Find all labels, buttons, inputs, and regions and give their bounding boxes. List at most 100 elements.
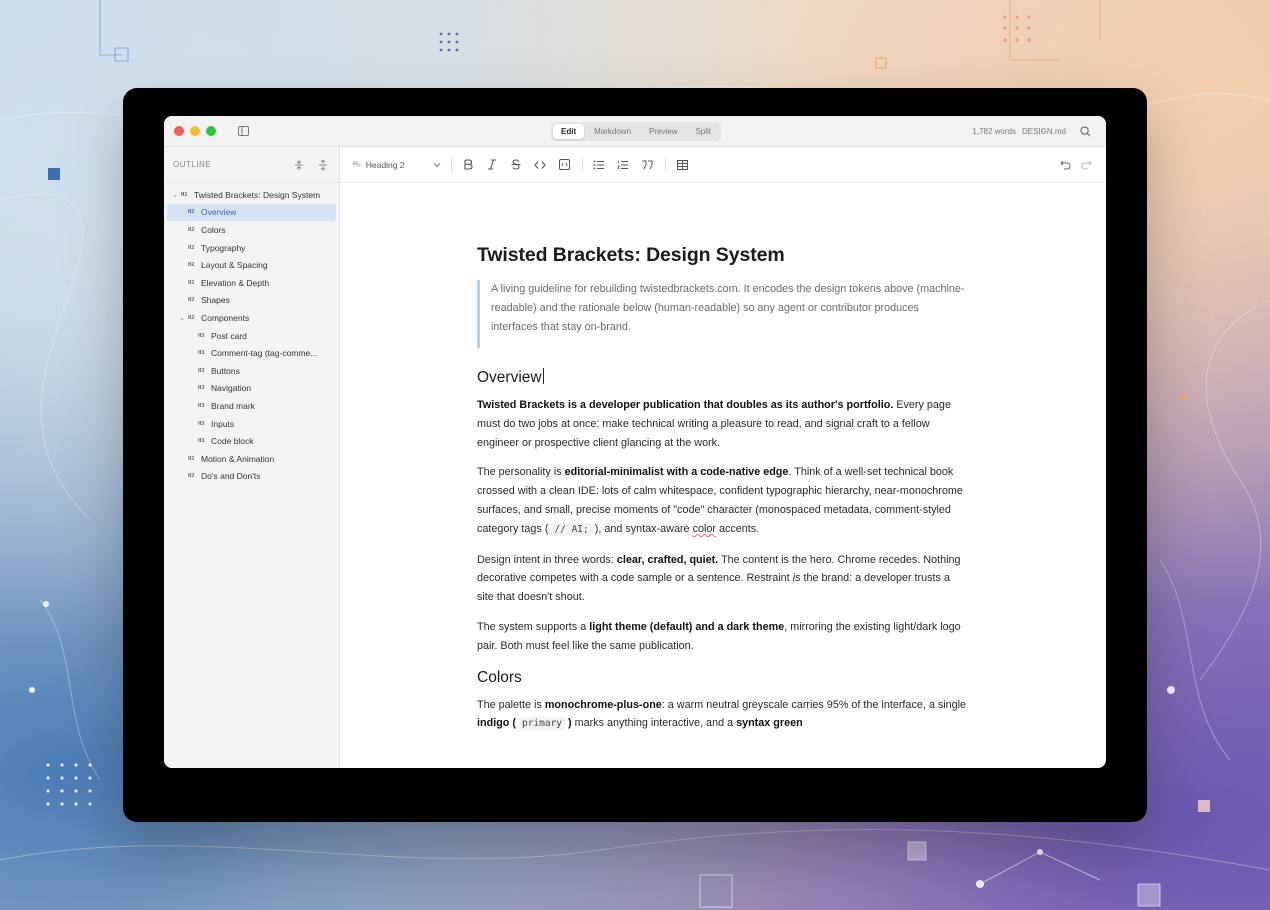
mode-edit[interactable]: Edit xyxy=(553,124,585,139)
p2-text-f: accents. xyxy=(715,522,760,535)
outline-header: OUTLINE xyxy=(164,147,339,183)
inline-code-icon[interactable] xyxy=(532,157,548,173)
title-bar-status: 1,782 words DESIGN.md xyxy=(972,116,1092,147)
p2-bold: editorial-minimalist with a code-native … xyxy=(564,466,789,479)
outline-item-label: Comment-tag (tag-comme... xyxy=(211,348,318,359)
maximize-window-button[interactable] xyxy=(206,126,216,136)
heading-level-tag: H2 xyxy=(188,297,195,304)
outline-item[interactable]: H2 Colors xyxy=(167,221,336,239)
p4-bold: light theme (default) and a dark theme xyxy=(589,620,785,633)
heading-level-tag: H3 xyxy=(198,350,205,357)
heading-level-tag: H2 xyxy=(188,262,195,269)
window-controls xyxy=(174,126,216,136)
undo-icon[interactable] xyxy=(1060,157,1071,175)
document-canvas[interactable]: Twisted Brackets: Design System A living… xyxy=(340,183,1106,768)
outline-item-label: Components xyxy=(201,312,250,323)
paragraph-3: Design intent in three words: clear, cra… xyxy=(477,551,967,607)
mode-markdown[interactable]: Markdown xyxy=(586,124,639,139)
outline-item[interactable]: H2 Layout & Spacing xyxy=(167,256,336,274)
heading-colors: Colors xyxy=(477,668,522,686)
outline-item[interactable]: H2 Motion & Animation xyxy=(167,450,336,468)
heading-level-tag: H2 xyxy=(188,244,195,251)
heading-level-tag: H2 xyxy=(188,209,195,216)
outline-item[interactable]: H3 Comment-tag (tag-comme... xyxy=(167,344,336,362)
paragraph-1: Twisted Brackets is a developer publicat… xyxy=(477,396,967,452)
table-icon[interactable] xyxy=(674,157,690,173)
toolbar-divider xyxy=(665,157,666,172)
outline-item[interactable]: H2 Shapes xyxy=(167,292,336,310)
editor-pane: H₂ Heading 2 Twisted Brackets: Design Sy… xyxy=(340,147,1106,768)
p5-bold-a: monochrome-plus-one xyxy=(544,698,662,711)
bold-icon[interactable] xyxy=(460,157,476,173)
heading-level-tag: H3 xyxy=(198,420,205,427)
p5-bold-g: syntax green xyxy=(736,717,803,730)
p2-text-a: The personality is xyxy=(477,466,565,479)
outline-item[interactable]: H2 Typography xyxy=(167,239,336,257)
outline-item[interactable]: H2 Overview xyxy=(167,203,336,222)
document-body[interactable]: Twisted Brackets: Design System A living… xyxy=(477,241,967,734)
heading-level-tag: H1 xyxy=(181,191,188,198)
heading-level-tag: H3 xyxy=(198,367,205,374)
close-window-button[interactable] xyxy=(174,126,184,136)
search-icon[interactable] xyxy=(1080,125,1092,138)
outline-item[interactable]: H3 Buttons xyxy=(167,362,336,380)
paragraph-4: The system supports a light theme (defau… xyxy=(477,618,967,656)
outline-item[interactable]: H2 Elevation & Depth xyxy=(167,274,336,292)
p1-bold: Twisted Brackets is a developer publicat… xyxy=(477,399,894,411)
p3-bold: clear, crafted, quiet. xyxy=(616,553,719,566)
p5-inline-code: primary xyxy=(518,717,566,731)
chevron-down-icon[interactable]: ⌄ xyxy=(176,314,188,322)
strikethrough-icon[interactable] xyxy=(508,157,524,173)
outline-item-label: Code block xyxy=(211,436,254,447)
heading-level-tag: H2 xyxy=(188,473,195,480)
heading-icon: H₂ xyxy=(353,161,361,168)
outline-item-label: Elevation & Depth xyxy=(201,277,270,288)
paragraph-2: The personality is editorial-minimalist … xyxy=(477,463,967,539)
title-bar: Edit Markdown Preview Split 1,782 words … xyxy=(164,116,1106,147)
outline-item[interactable]: H3 Brand mark xyxy=(167,397,336,415)
outline-title: OUTLINE xyxy=(173,160,212,169)
outline-item[interactable]: H3 Post card xyxy=(167,327,336,345)
heading-level-select[interactable]: H₂ Heading 2 xyxy=(353,160,441,170)
p4-text-a: The system supports a xyxy=(477,620,590,633)
p3-italic: is xyxy=(792,572,801,585)
outline-item[interactable]: H3 Navigation xyxy=(167,380,336,398)
heading-level-tag: H3 xyxy=(198,385,205,392)
chevron-down-icon[interactable]: ⌄ xyxy=(169,191,181,199)
outline-item[interactable]: ⌄ H1 Twisted Brackets: Design System xyxy=(167,186,336,204)
heading-level-tag: H3 xyxy=(198,402,205,409)
outline-item-label: Shapes xyxy=(201,295,230,306)
toolbar-divider xyxy=(582,157,583,172)
p2-spellcheck-word[interactable]: color xyxy=(693,523,716,535)
expand-all-icon[interactable] xyxy=(292,158,306,172)
format-toolbar: H₂ Heading 2 xyxy=(340,147,1106,183)
outline-item-label: Overview xyxy=(201,207,237,218)
mode-split[interactable]: Split xyxy=(687,124,719,139)
history-controls xyxy=(1060,157,1092,175)
heading-level-tag: H2 xyxy=(188,455,195,462)
outline-item[interactable]: H3 Code block xyxy=(167,432,336,450)
numbered-list-icon[interactable] xyxy=(615,157,631,173)
view-mode-switcher: Edit Markdown Preview Split xyxy=(551,122,722,141)
italic-icon[interactable] xyxy=(484,157,500,173)
blockquote-icon[interactable] xyxy=(639,157,655,173)
heading-overview-text: Overview xyxy=(477,369,542,386)
heading-overview: Overview xyxy=(477,367,967,389)
minimize-window-button[interactable] xyxy=(190,126,200,136)
heading-level-tag: H2 xyxy=(188,314,195,321)
bullet-list-icon[interactable] xyxy=(591,157,607,173)
outline-item[interactable]: H3 Inputs xyxy=(167,415,336,433)
collapse-all-icon[interactable] xyxy=(316,158,330,172)
text-caret xyxy=(542,368,544,384)
outline-item[interactable]: H2 Do's and Don'ts xyxy=(167,468,336,486)
p5-text-f: marks anything interactive, and a xyxy=(571,717,737,730)
sidebar-toggle-icon[interactable] xyxy=(236,124,250,138)
document-title: Twisted Brackets: Design System xyxy=(477,244,785,266)
outline-item-label: Layout & Spacing xyxy=(201,260,268,271)
code-block-icon[interactable] xyxy=(556,157,572,173)
redo-icon[interactable] xyxy=(1081,157,1092,175)
outline-item[interactable]: ⌄ H2 Components xyxy=(167,309,336,327)
heading-level-value: Heading 2 xyxy=(365,159,405,170)
mode-preview[interactable]: Preview xyxy=(641,124,685,139)
outline-item-label: Inputs xyxy=(211,418,235,429)
